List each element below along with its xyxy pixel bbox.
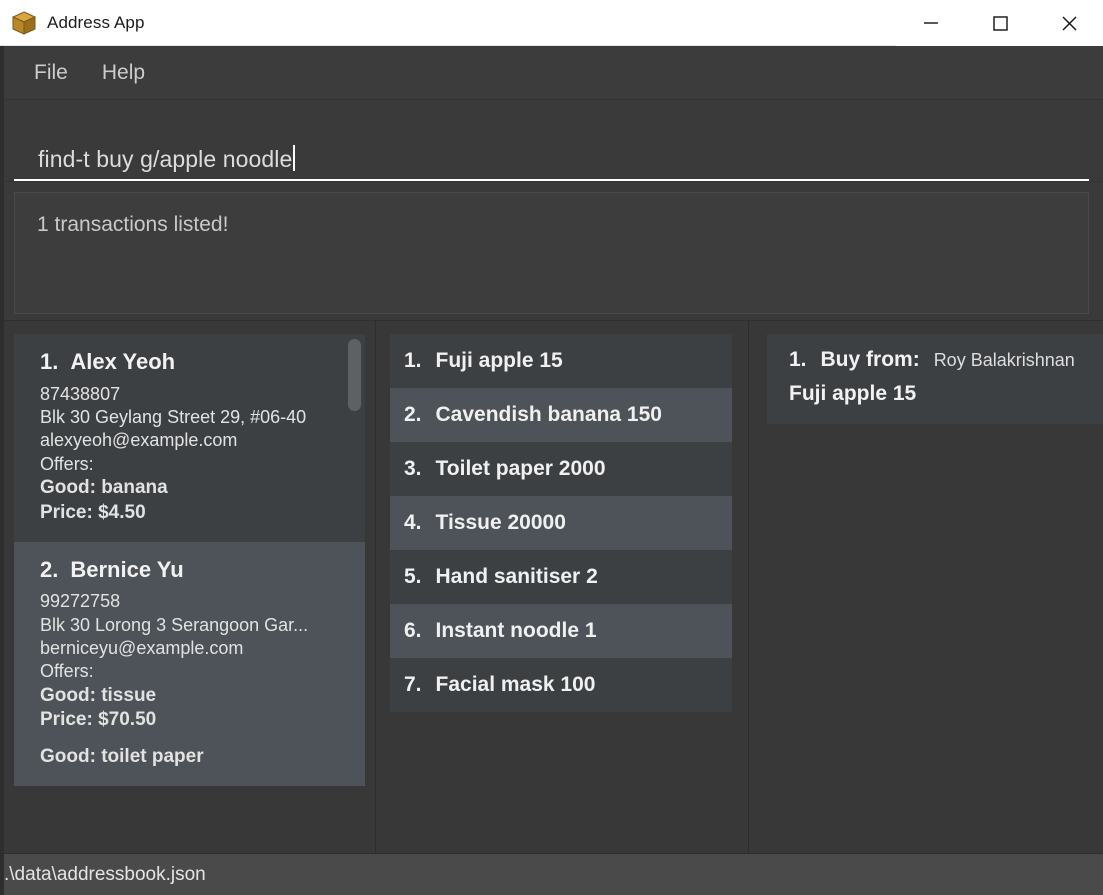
scrollbar-thumb[interactable]	[348, 339, 361, 411]
person-phone: 87438807	[40, 383, 121, 404]
list-item[interactable]: 7. Facial mask 100	[390, 658, 732, 712]
person-list-panel: 1. Alex Yeoh 87438807 Blk 30 Geylang Stre…	[0, 321, 375, 853]
person-name-row: 2. Bernice Yu	[40, 556, 351, 585]
good-label: Tissue 20000	[435, 511, 566, 534]
list-item[interactable]: 2. Bernice Yu 99272758 Blk 30 Lorong 3 Se…	[14, 541, 365, 786]
address-app-window: Address App File Help find-t buy g/apple…	[0, 0, 1103, 895]
person-name: Alex Yeoh	[70, 349, 176, 374]
window-controls	[896, 0, 1103, 46]
close-button[interactable]	[1034, 0, 1103, 46]
list-item[interactable]: 1. Alex Yeoh 87438807 Blk 30 Geylang Stre…	[14, 334, 365, 542]
title-bar: Address App	[0, 0, 1103, 46]
list-item[interactable]: 6. Instant noodle 1	[390, 604, 732, 658]
good-index: 4.	[404, 511, 422, 534]
good-index: 3.	[404, 457, 422, 480]
goods-list-panel: 1. Fuji apple 15 2. Cavendish banana 150…	[375, 321, 748, 853]
command-input[interactable]: find-t buy g/apple noodle	[14, 121, 1089, 181]
person-index: 2.	[40, 556, 59, 582]
result-display-container: 1 transactions listed!	[0, 182, 1103, 320]
person-offer-good: Good: banana	[40, 477, 168, 499]
good-index: 2.	[404, 403, 422, 426]
good-label: Toilet paper 2000	[435, 457, 606, 480]
status-bar: .\data\addressbook.json	[0, 853, 1103, 895]
list-item[interactable]: 1. Fuji apple 15	[390, 334, 732, 388]
list-item[interactable]: 3. Toilet paper 2000	[390, 442, 732, 496]
person-offer-price: Price: $4.50	[40, 501, 146, 523]
person-list-scrollbar[interactable]	[348, 334, 361, 845]
good-index: 7.	[404, 673, 422, 696]
person-offers-label: Offers:	[40, 661, 94, 682]
main-panes: 1. Alex Yeoh 87438807 Blk 30 Geylang Stre…	[0, 320, 1103, 853]
person-offer-good: Good: toilet paper	[40, 746, 204, 768]
good-index: 6.	[404, 619, 422, 642]
list-item[interactable]: 5. Hand sanitiser 2	[390, 550, 732, 604]
good-index: 5.	[404, 565, 422, 588]
person-name-row: 1. Alex Yeoh	[40, 348, 351, 377]
good-label: Cavendish banana 150	[435, 403, 662, 426]
good-label: Fuji apple 15	[435, 349, 563, 372]
list-item[interactable]: 4. Tissue 20000	[390, 496, 732, 550]
transaction-good: Fuji apple 15	[789, 382, 917, 405]
transaction-index: 1.	[789, 348, 807, 371]
good-label: Instant noodle 1	[435, 619, 597, 642]
person-list: 1. Alex Yeoh 87438807 Blk 30 Geylang Stre…	[0, 321, 375, 853]
person-name: Bernice Yu	[70, 556, 184, 582]
menu-bar: File Help	[0, 46, 1103, 100]
person-email: berniceyu@example.com	[40, 637, 244, 658]
package-box-icon	[11, 10, 37, 36]
transaction-buy-from-label: Buy from:	[820, 348, 920, 371]
good-index: 1.	[404, 349, 422, 372]
person-address: Blk 30 Lorong 3 Serangoon Gar...	[40, 614, 309, 635]
maximize-icon	[992, 15, 1008, 31]
transaction-header-row: 1. Buy from: Roy Balakrishnan	[789, 348, 1085, 372]
result-message: 1 transactions listed!	[37, 213, 229, 236]
maximize-button[interactable]	[965, 0, 1034, 46]
list-item[interactable]: 1. Buy from: Roy Balakrishnan Fuji apple…	[767, 334, 1103, 424]
window-title: Address App	[47, 12, 145, 32]
text-caret	[293, 145, 296, 171]
transaction-list-panel: 1. Buy from: Roy Balakrishnan Fuji apple…	[748, 321, 1103, 853]
close-icon	[1062, 16, 1076, 30]
command-input-text: find-t buy g/apple noodle	[38, 146, 293, 172]
transaction-list: 1. Buy from: Roy Balakrishnan Fuji apple…	[749, 321, 1103, 424]
good-label: Facial mask 100	[435, 673, 596, 696]
minimize-icon	[923, 21, 938, 24]
good-label: Hand sanitiser 2	[435, 565, 598, 588]
minimize-button[interactable]	[896, 0, 965, 46]
menu-item-help[interactable]: Help	[88, 57, 159, 89]
person-offer-good: Good: tissue	[40, 684, 157, 706]
menu-item-file[interactable]: File	[20, 57, 82, 89]
person-email: alexyeoh@example.com	[40, 430, 238, 451]
command-box-container: find-t buy g/apple noodle	[0, 100, 1103, 182]
result-display: 1 transactions listed!	[14, 192, 1089, 314]
person-address: Blk 30 Geylang Street 29, #06-40	[40, 406, 307, 427]
person-phone: 99272758	[40, 591, 121, 612]
transaction-person: Roy Balakrishnan	[933, 350, 1075, 370]
save-location-status: .\data\addressbook.json	[4, 863, 206, 885]
goods-list: 1. Fuji apple 15 2. Cavendish banana 150…	[376, 321, 748, 712]
person-offer-price: Price: $70.50	[40, 709, 157, 731]
person-offers-label: Offers:	[40, 453, 94, 474]
list-item[interactable]: 2. Cavendish banana 150	[390, 388, 732, 442]
person-index: 1.	[40, 349, 59, 374]
